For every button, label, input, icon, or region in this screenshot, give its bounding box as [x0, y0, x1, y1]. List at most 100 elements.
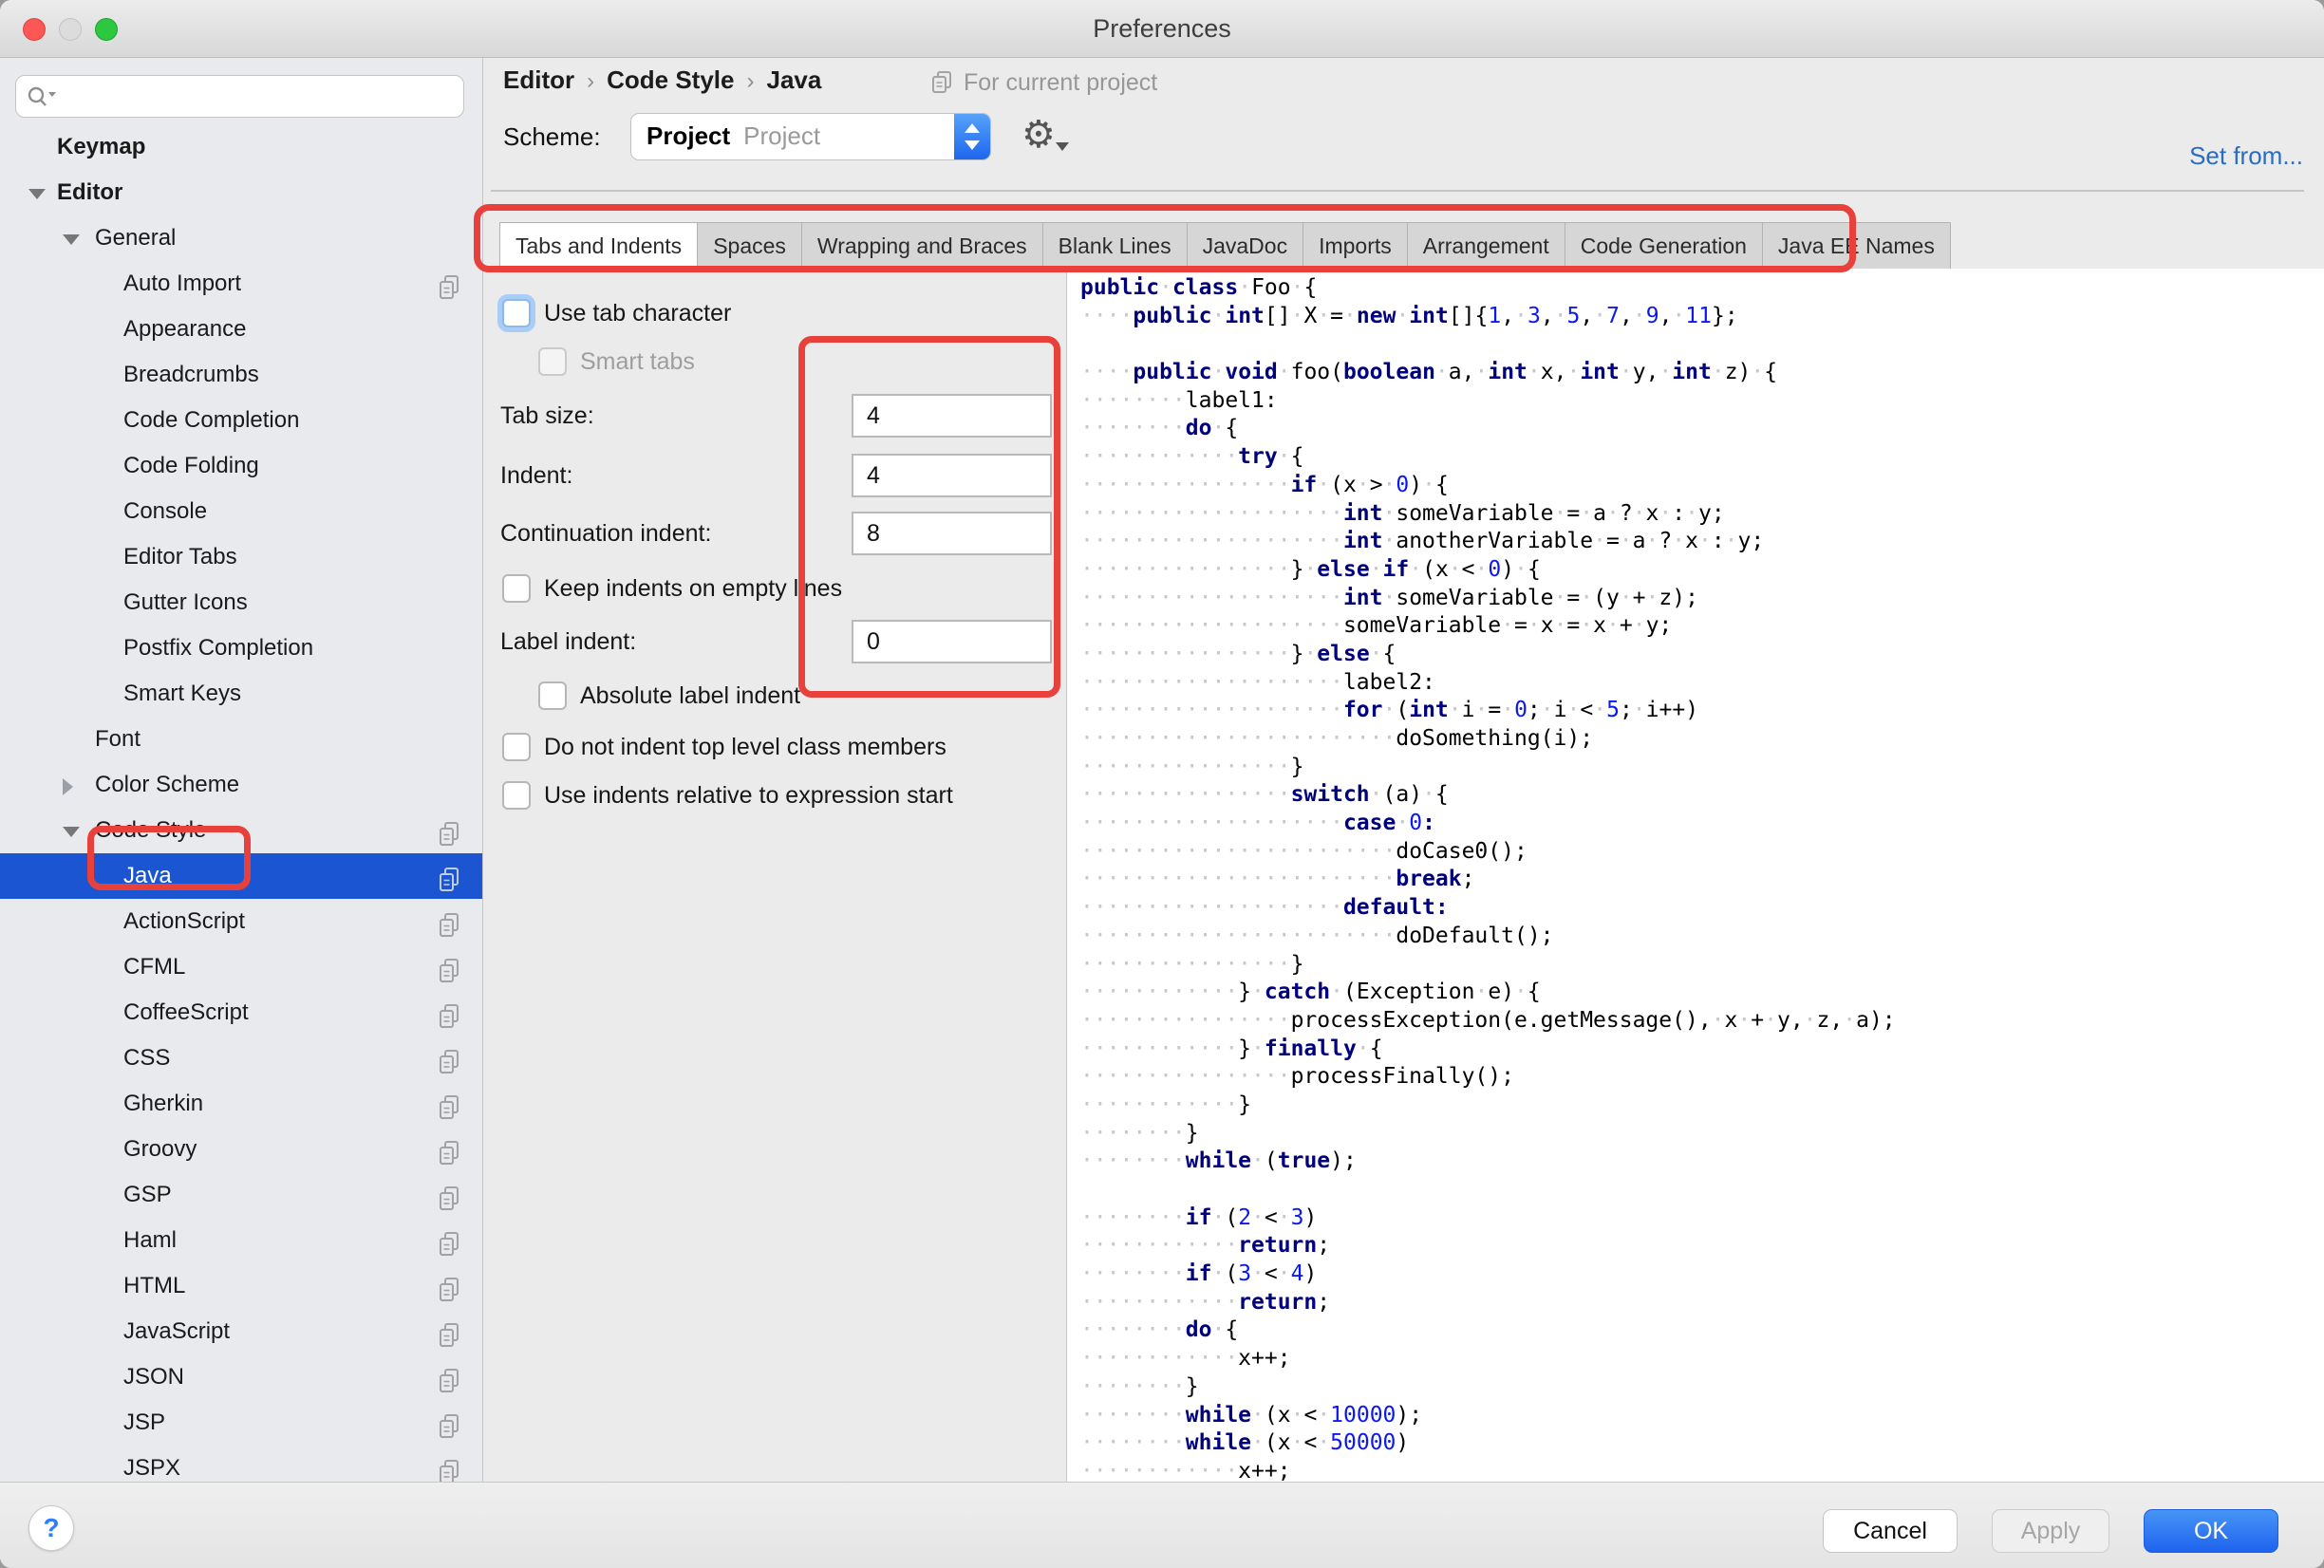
sidebar-item-label: GSP [123, 1172, 172, 1218]
sidebar-item-label: Groovy [123, 1127, 197, 1172]
code-line: ················processException(e.getMe… [1080, 1007, 2324, 1036]
code-style-tabs: Tabs and IndentsSpacesWrapping and Brace… [499, 222, 1951, 270]
sidebar-search[interactable] [15, 75, 464, 118]
chevron-up-icon [965, 123, 980, 133]
chevron-down-icon[interactable] [28, 189, 46, 199]
code-line: ············}·catch·(Exception·e)·{ [1080, 979, 2324, 1007]
settings-tree: KeymapEditorGeneralAuto Import Appearanc… [0, 124, 482, 1491]
sidebar-item-font[interactable]: Font [0, 717, 482, 762]
breadcrumb-item-code-style[interactable]: Code Style [607, 65, 734, 94]
sidebar-item-appearance[interactable]: Appearance [0, 307, 482, 352]
tab-javadoc[interactable]: JavaDoc [1188, 223, 1303, 269]
tab-java-ee-names[interactable]: Java EE Names [1763, 223, 1950, 269]
preferences-window: Preferences KeymapEditorGeneralAuto Impo… [0, 0, 2324, 1568]
scheme-stepper[interactable] [954, 114, 990, 159]
breadcrumb-item-java[interactable]: Java [766, 65, 821, 94]
tab-blank-lines[interactable]: Blank Lines [1043, 223, 1188, 269]
search-input[interactable] [66, 78, 454, 114]
code-line [1080, 1176, 2324, 1204]
sidebar-item-general[interactable]: General [0, 215, 482, 261]
sidebar-item-postfix-completion[interactable]: Postfix Completion [0, 625, 482, 671]
checkbox-absolute-label-indent[interactable] [538, 681, 567, 710]
tab-wrapping-and-braces[interactable]: Wrapping and Braces [802, 223, 1043, 269]
field-label: Label indent: [500, 621, 636, 663]
sidebar-item-jsp[interactable]: JSP [0, 1400, 482, 1446]
sidebar-item-label: CFML [123, 944, 185, 990]
copy-settings-icon [437, 866, 461, 894]
chevron-down-icon [965, 140, 980, 150]
sidebar-item-keymap[interactable]: Keymap [0, 124, 482, 170]
chevron-right-icon[interactable] [63, 778, 73, 795]
chevron-down-icon[interactable] [63, 827, 80, 837]
ok-button[interactable]: OK [2144, 1509, 2278, 1553]
breadcrumb-item-editor[interactable]: Editor [503, 65, 574, 94]
code-line: ········label1: [1080, 387, 2324, 416]
checkbox-do-not-indent-top-level-class-members[interactable] [502, 733, 531, 761]
sidebar-item-label: JSON [123, 1354, 184, 1400]
tab-arrangement[interactable]: Arrangement [1408, 223, 1565, 269]
sidebar-item-auto-import[interactable]: Auto Import [0, 261, 482, 307]
sidebar-item-code-folding[interactable]: Code Folding [0, 443, 482, 489]
sidebar-item-json[interactable]: JSON [0, 1354, 482, 1400]
sidebar-item-html[interactable]: HTML [0, 1263, 482, 1309]
copy-settings-icon [437, 1230, 461, 1259]
sidebar-item-code-completion[interactable]: Code Completion [0, 398, 482, 443]
checkbox-smart-tabs[interactable] [538, 347, 567, 376]
sidebar-item-console[interactable]: Console [0, 489, 482, 534]
checkbox-keep-indents-on-empty-lines[interactable] [502, 574, 531, 603]
copy-settings-icon [437, 1093, 461, 1122]
field-label: Continuation indent: [500, 513, 711, 554]
code-line: ········while·(x·<·10000); [1080, 1402, 2324, 1430]
sidebar-item-gherkin[interactable]: Gherkin [0, 1081, 482, 1127]
sidebar-item-label: Smart Keys [123, 671, 241, 717]
code-line: ························doSomething(i); [1080, 725, 2324, 754]
tab-tabs-and-indents[interactable]: Tabs and Indents [500, 223, 698, 269]
cancel-button[interactable]: Cancel [1823, 1509, 1958, 1553]
checkbox-use-indents-relative-to-expression-start[interactable] [502, 781, 531, 810]
sidebar-item-label: JavaScript [123, 1309, 230, 1354]
sidebar-item-cfml[interactable]: CFML [0, 944, 482, 990]
sidebar-item-gsp[interactable]: GSP [0, 1172, 482, 1218]
sidebar-item-label: CoffeeScript [123, 990, 249, 1036]
checkbox-label: Absolute label indent [580, 675, 800, 717]
tab-imports[interactable]: Imports [1303, 223, 1408, 269]
sidebar-item-smart-keys[interactable]: Smart Keys [0, 671, 482, 717]
input-label-indent[interactable]: 0 [852, 620, 1052, 663]
sidebar-item-breadcrumbs[interactable]: Breadcrumbs [0, 352, 482, 398]
scheme-dropdown[interactable]: ProjectProject [630, 113, 991, 160]
checkbox-use-tab-character[interactable] [502, 299, 531, 327]
sidebar-item-actionscript[interactable]: ActionScript [0, 899, 482, 944]
set-from-link[interactable]: Set from... [2189, 141, 2303, 171]
sidebar-item-coffeescript[interactable]: CoffeeScript [0, 990, 482, 1036]
code-line: ····················int·someVariable·=·(… [1080, 585, 2324, 613]
sidebar-item-label: Breadcrumbs [123, 352, 259, 398]
gear-icon[interactable]: ⚙ [1021, 111, 1056, 159]
input-indent[interactable]: 4 [852, 454, 1052, 497]
tab-code-generation[interactable]: Code Generation [1565, 223, 1763, 269]
sidebar-item-css[interactable]: CSS [0, 1036, 482, 1081]
code-line: ········do·{ [1080, 1316, 2324, 1345]
input-tab-size[interactable]: 4 [852, 394, 1052, 438]
help-button[interactable]: ? [28, 1505, 74, 1551]
copy-settings-icon [437, 1139, 461, 1167]
sidebar-item-javascript[interactable]: JavaScript [0, 1309, 482, 1354]
sidebar-item-gutter-icons[interactable]: Gutter Icons [0, 580, 482, 625]
sidebar-item-color-scheme[interactable]: Color Scheme [0, 762, 482, 808]
sidebar-item-java[interactable]: Java [0, 853, 482, 899]
code-line: ····················label2: [1080, 669, 2324, 698]
sidebar-item-code-style[interactable]: Code Style [0, 808, 482, 853]
sidebar-item-editor-tabs[interactable]: Editor Tabs [0, 534, 482, 580]
chevron-down-icon[interactable] [63, 234, 80, 245]
sidebar-item-label: Font [95, 717, 141, 762]
input-continuation-indent[interactable]: 8 [852, 512, 1052, 555]
code-line: ················}·else·{ [1080, 641, 2324, 669]
sidebar-item-label: Haml [123, 1218, 177, 1263]
sidebar-item-groovy[interactable]: Groovy [0, 1127, 482, 1172]
sidebar-item-haml[interactable]: Haml [0, 1218, 482, 1263]
code-line: public·class·Foo·{ [1080, 274, 2324, 303]
sidebar-item-editor[interactable]: Editor [0, 170, 482, 215]
context-note: For current project [929, 64, 1157, 102]
tab-spaces[interactable]: Spaces [698, 223, 802, 269]
sidebar-item-label: Editor Tabs [123, 534, 237, 580]
code-preview: public·class·Foo·{····public·int[]·X·=·n… [1066, 269, 2324, 1482]
